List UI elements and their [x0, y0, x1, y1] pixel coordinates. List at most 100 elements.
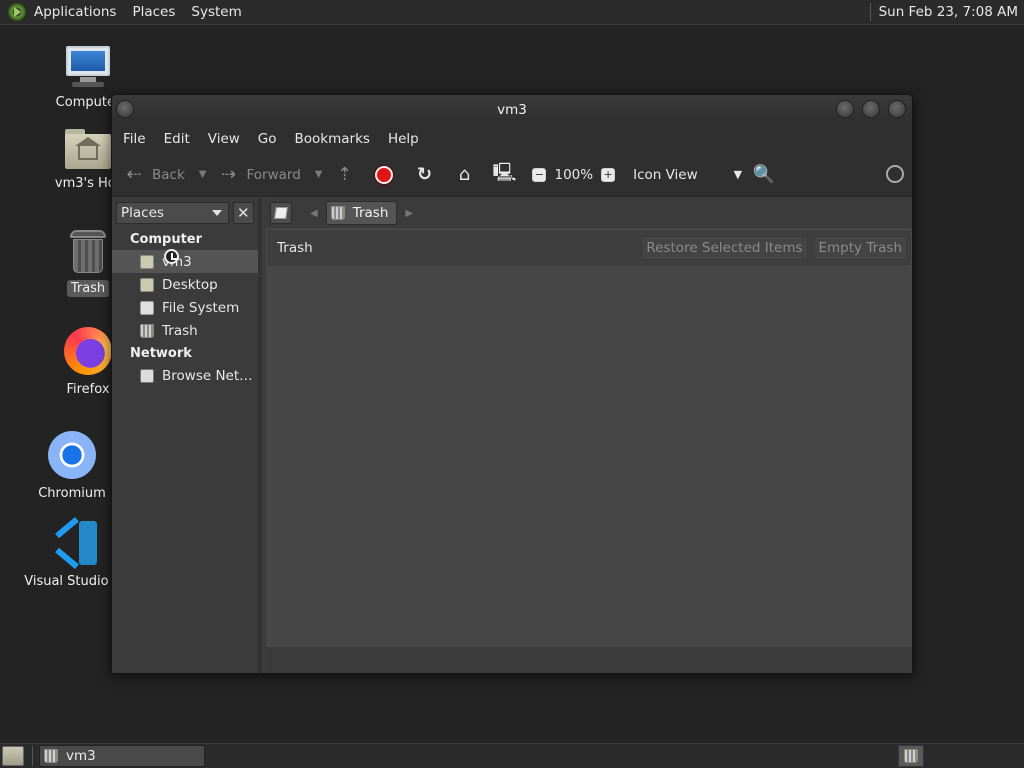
menu-help[interactable]: Help — [381, 131, 426, 147]
search-button[interactable]: 🔍 — [752, 160, 782, 190]
distro-logo-icon — [8, 3, 26, 21]
zoom-in-icon[interactable]: + — [601, 167, 616, 182]
show-desktop-button[interactable] — [2, 746, 24, 766]
window-titlebar[interactable]: vm3 — [112, 95, 912, 124]
maximize-button[interactable] — [862, 100, 880, 118]
home-folder-icon: ⌂ — [458, 164, 471, 185]
network-icon — [140, 368, 154, 383]
zoom-control: − 100% + — [532, 160, 623, 190]
reload-icon: ↻ — [416, 164, 433, 185]
info-bar-label: Trash — [277, 240, 313, 256]
sidebar-item-browse-network[interactable]: Browse Net… — [112, 364, 258, 387]
places-menu[interactable]: Places — [124, 4, 183, 20]
sidebar-item-label: Desktop — [162, 276, 218, 293]
busy-cursor-icon — [164, 249, 179, 264]
edit-icon — [274, 207, 288, 219]
back-arrow-icon: ⇠ — [126, 164, 142, 185]
minimize-button[interactable] — [836, 100, 854, 118]
panel-separator — [32, 746, 33, 766]
restore-selected-items-button[interactable]: Restore Selected Items — [641, 236, 808, 260]
close-button[interactable] — [888, 100, 906, 118]
sidebar-item-label: Trash — [162, 322, 198, 339]
sidebar-item-label: Browse Net… — [162, 367, 253, 384]
menu-bookmarks[interactable]: Bookmarks — [288, 131, 377, 147]
sidebar-type-label: Places — [121, 205, 164, 221]
clock[interactable]: Sun Feb 23, 7:08 AM — [879, 4, 1024, 20]
view-mode-label: Icon View — [633, 166, 698, 183]
search-icon: 🔍 — [752, 164, 776, 185]
desktop-icon-label: Chromium — [38, 486, 106, 501]
desktop-icon — [140, 277, 154, 292]
applications-menu[interactable]: Applications — [0, 0, 124, 25]
file-manager-window: vm3 File Edit View Go Bookmarks Help ⇠ B… — [111, 94, 913, 674]
sidebar-item-file-system[interactable]: File System — [112, 296, 258, 319]
up-arrow-icon: ⇡ — [336, 164, 353, 185]
home-icon — [140, 254, 154, 269]
window-title: vm3 — [497, 101, 527, 118]
computer-button[interactable]: 🖳 — [492, 160, 522, 190]
desktop-icon-label: Trash — [66, 280, 110, 297]
filesystem-icon — [140, 300, 154, 315]
window-menu-button[interactable] — [116, 100, 134, 118]
sidebar-section-network: Network — [130, 346, 192, 361]
sidebar-close-button[interactable]: ✕ — [232, 202, 254, 224]
activity-spinner-icon — [886, 165, 904, 183]
back-history-dropdown-icon[interactable]: ▼ — [199, 169, 207, 180]
system-menu[interactable]: System — [183, 4, 249, 20]
view-mode-select[interactable]: Icon View ▼ — [633, 160, 742, 190]
home-folder-icon — [65, 129, 111, 169]
forward-button[interactable]: ⇢ Forward ▼ — [216, 160, 323, 190]
path-scroll-right-icon[interactable]: ▶ — [405, 208, 413, 219]
trash-icon — [904, 749, 918, 763]
chevron-down-icon: ▼ — [733, 168, 743, 181]
zoom-level: 100% — [554, 166, 594, 183]
panel-separator — [869, 3, 871, 21]
sidebar-item-trash[interactable]: Trash — [112, 319, 258, 342]
toolbar: ⇠ Back ▼ ⇢ Forward ▼ ⇡ ↻ ⌂ 🖳 − 100% + Ic… — [112, 153, 912, 197]
taskbar-window-label: vm3 — [66, 748, 96, 764]
path-scroll-left-icon[interactable]: ◀ — [310, 208, 318, 219]
sidebar-item-label: File System — [162, 299, 240, 316]
forward-arrow-icon: ⇢ — [220, 164, 237, 185]
up-button[interactable]: ⇡ — [332, 160, 362, 190]
computer-icon — [64, 46, 112, 88]
desktop-icon-label: Firefox — [66, 382, 110, 397]
trash-icon — [140, 323, 154, 338]
bottom-panel: vm3 — [0, 743, 1024, 768]
chevron-down-icon — [211, 210, 222, 216]
breadcrumb-trash[interactable]: Trash — [325, 201, 398, 225]
reload-button[interactable]: ↻ — [412, 160, 442, 190]
menu-go[interactable]: Go — [251, 131, 284, 147]
sidebar-item-vm3[interactable]: vm3 — [112, 250, 258, 273]
sidebar: Places ✕ Computer vm3 Desktop File Syste… — [112, 198, 262, 673]
stop-icon — [375, 165, 394, 184]
clock-area: Sun Feb 23, 7:08 AM — [869, 0, 1024, 25]
stop-button[interactable] — [372, 160, 402, 190]
sidebar-header: Places ✕ — [112, 198, 258, 228]
menu-view[interactable]: View — [201, 131, 247, 147]
breadcrumb-label: Trash — [352, 205, 389, 221]
trash-icon — [44, 749, 58, 763]
path-bar: ◀ Trash ▶ — [266, 198, 912, 228]
top-panel: Applications Places System Sun Feb 23, 7… — [0, 0, 1024, 25]
computer-icon: 🖳 — [492, 161, 517, 183]
trash-info-bar: Trash Restore Selected Items Empty Trash — [266, 229, 912, 267]
vscode-icon — [55, 516, 99, 570]
firefox-icon — [64, 327, 112, 375]
empty-trash-button[interactable]: Empty Trash — [813, 236, 907, 260]
location-edit-button[interactable] — [270, 202, 292, 224]
back-label: Back — [152, 166, 185, 183]
taskbar-window-vm3[interactable]: vm3 — [39, 745, 205, 767]
status-bar — [266, 647, 912, 673]
trash-applet-button[interactable] — [898, 745, 924, 767]
file-view-area[interactable] — [266, 268, 912, 647]
menu-file[interactable]: File — [116, 131, 153, 147]
sidebar-type-select[interactable]: Places — [116, 202, 229, 224]
chromium-icon — [48, 431, 96, 479]
home-button[interactable]: ⌂ — [452, 160, 482, 190]
forward-history-dropdown-icon[interactable]: ▼ — [315, 169, 323, 180]
sidebar-item-desktop[interactable]: Desktop — [112, 273, 258, 296]
back-button[interactable]: ⇠ Back ▼ — [122, 160, 206, 190]
zoom-out-icon[interactable]: − — [532, 167, 547, 182]
menu-edit[interactable]: Edit — [157, 131, 197, 147]
